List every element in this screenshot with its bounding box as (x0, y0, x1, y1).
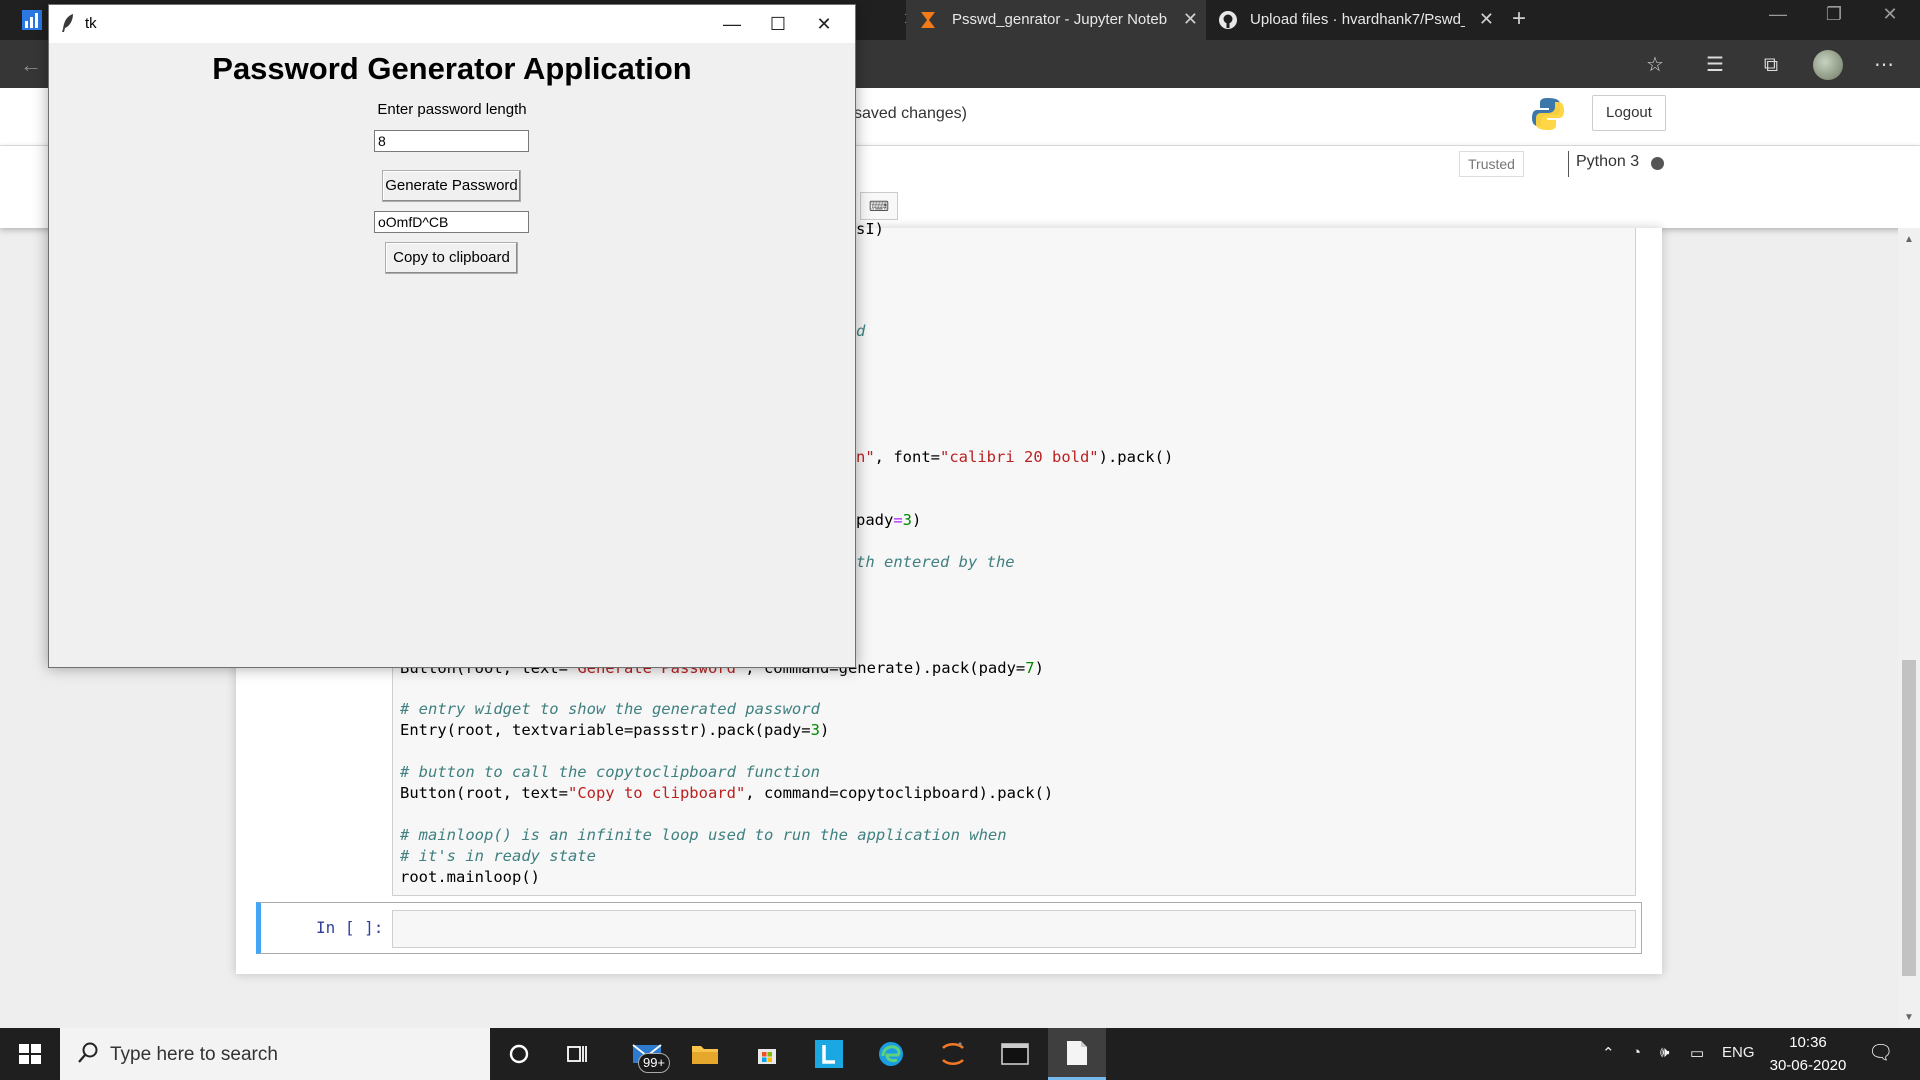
clock-time[interactable]: 10:36 (1768, 1034, 1848, 1051)
number-literal: 3 (810, 721, 820, 739)
tab-label: Upload files · hvardhank7/Pswd_ (1250, 11, 1465, 28)
string-literal: "Copy to clipboard" (567, 784, 746, 802)
code-line: th entered by the (856, 553, 1015, 571)
tk-window-title: tk (85, 15, 97, 32)
code-comment: # entry widget to show the generated pas… (400, 700, 820, 718)
kernel-status-indicator (1651, 157, 1664, 170)
code-line: sI) (856, 220, 884, 238)
code-text: ) (1034, 659, 1044, 677)
code-text: Button(root, text= (400, 784, 568, 802)
notifications-icon[interactable]: 🗨 (1868, 1040, 1893, 1065)
github-icon (1219, 11, 1237, 29)
code-text: , command=copytoclipboard).pack() (745, 784, 1054, 802)
language-indicator[interactable]: ENG (1722, 1044, 1755, 1061)
tk-titlebar[interactable]: tk — ☐ ✕ (49, 5, 855, 43)
more-options-icon[interactable]: ⋯ (1872, 53, 1896, 77)
code-line: root.mainloop() (400, 868, 540, 886)
terminal-icon[interactable] (986, 1028, 1044, 1080)
string-literal: n" (856, 448, 875, 466)
keyboard-shortcuts-icon[interactable]: ⌨ (860, 192, 898, 220)
save-status: saved changes) (854, 105, 967, 122)
cortana-icon[interactable] (490, 1028, 548, 1080)
clock-date[interactable]: 30-06-2020 (1764, 1057, 1852, 1074)
windows-start-icon[interactable] (0, 1028, 60, 1080)
back-icon[interactable]: ← (20, 52, 42, 78)
string-literal: "calibri 20 bold" (940, 448, 1099, 466)
hourglass-icon (921, 12, 935, 28)
tab-jupyter-notebook[interactable]: Psswd_genrator - Jupyter Noteb ✕ (906, 0, 1206, 40)
code-line: n", font="calibri 20 bold").pack() (856, 448, 1173, 466)
trusted-badge[interactable]: Trusted (1459, 151, 1524, 177)
collections-icon[interactable]: ⧉ (1759, 53, 1783, 77)
code-line: Entry(root, textvariable=passstr).pack(p… (400, 721, 829, 739)
microsoft-store-icon[interactable] (738, 1028, 796, 1080)
active-document-app-icon[interactable] (1048, 1028, 1106, 1080)
tk-app-window: tk — ☐ ✕ Password Generator Application … (48, 4, 856, 668)
close-tab-icon[interactable]: ✕ (1183, 9, 1198, 30)
app-heading: Password Generator Application (212, 51, 692, 86)
cell-prompt: In [ ]: (316, 918, 384, 937)
feather-icon (62, 14, 73, 32)
close-tab-icon[interactable]: ✕ (1479, 9, 1494, 30)
jupyter-icon[interactable] (924, 1028, 982, 1080)
code-comment: # mainloop() is an infinite loop used to… (400, 826, 1007, 844)
battery-icon[interactable]: ▭ (1690, 1044, 1704, 1062)
window-close-icon[interactable]: ✕ (1870, 4, 1910, 25)
tk-minimize-icon[interactable]: — (709, 5, 755, 43)
profile-avatar[interactable] (1813, 50, 1843, 80)
favorite-star-icon[interactable]: ☆ (1643, 53, 1667, 77)
tab-github-upload[interactable]: Upload files · hvardhank7/Pswd_ ✕ (1206, 0, 1502, 40)
favorites-list-icon[interactable]: ☰ (1703, 53, 1727, 77)
code-text: Entry(root, textvariable=passstr).pack(p… (400, 721, 811, 739)
password-length-input[interactable]: 8 (374, 130, 529, 152)
number-literal: 3 (902, 511, 913, 529)
window-minimize-icon[interactable]: — (1758, 4, 1798, 25)
mail-unread-badge: 99+ (638, 1053, 670, 1073)
code-line: Button(root, text="Copy to clipboard", c… (400, 784, 1053, 802)
tk-maximize-icon[interactable]: ☐ (755, 5, 801, 43)
kernel-name[interactable]: Python 3 (1576, 153, 1639, 171)
code-text: pady (856, 511, 894, 529)
app-chart-icon (22, 10, 42, 30)
generate-password-button[interactable]: Generate Password (382, 170, 521, 202)
operator: = (893, 511, 903, 529)
file-explorer-icon[interactable] (676, 1028, 734, 1080)
search-placeholder: Type here to search (110, 1044, 278, 1065)
volume-icon[interactable]: 🕪 (1660, 1044, 1669, 1061)
number-literal: 7 (1025, 659, 1035, 677)
code-comment: # it's in ready state (400, 847, 596, 865)
search-icon (78, 1042, 98, 1063)
code-comment: # button to call the copytoclipboard fun… (400, 763, 820, 781)
scroll-down-arrow-icon[interactable]: ▼ (1898, 1012, 1920, 1023)
window-restore-icon[interactable]: ❐ (1814, 4, 1854, 25)
tray-overflow-chevron-icon[interactable]: ⌃ (1602, 1044, 1615, 1062)
code-text: ).pack() (1098, 448, 1174, 466)
code-line: d (856, 322, 866, 340)
generated-password-field[interactable]: oOmfD^CB (374, 211, 529, 233)
edge-browser-icon[interactable] (862, 1028, 920, 1080)
network-icon[interactable]: ◔ (1632, 1044, 1641, 1061)
scrollbar-thumb[interactable] (1902, 660, 1916, 976)
kernel-separator (1568, 151, 1569, 177)
code-text: ) (819, 721, 830, 739)
tk-close-icon[interactable]: ✕ (801, 5, 847, 43)
password-length-label: Enter password length (377, 101, 527, 118)
task-view-icon[interactable] (548, 1028, 606, 1080)
empty-cell-input[interactable] (392, 910, 1636, 948)
copy-to-clipboard-button[interactable]: Copy to clipboard (385, 242, 518, 274)
code-text: , font= (874, 448, 940, 466)
code-text: ) (912, 511, 922, 529)
python-logo-icon (1532, 98, 1564, 130)
new-tab-button[interactable]: + (1512, 5, 1526, 33)
logout-button[interactable]: Logout (1592, 95, 1666, 131)
scroll-up-arrow-icon[interactable]: ▲ (1898, 234, 1920, 245)
launcher-l-icon[interactable] (800, 1028, 858, 1080)
code-line: pady=3) (856, 511, 921, 529)
tab-label: Psswd_genrator - Jupyter Noteb (952, 11, 1167, 28)
